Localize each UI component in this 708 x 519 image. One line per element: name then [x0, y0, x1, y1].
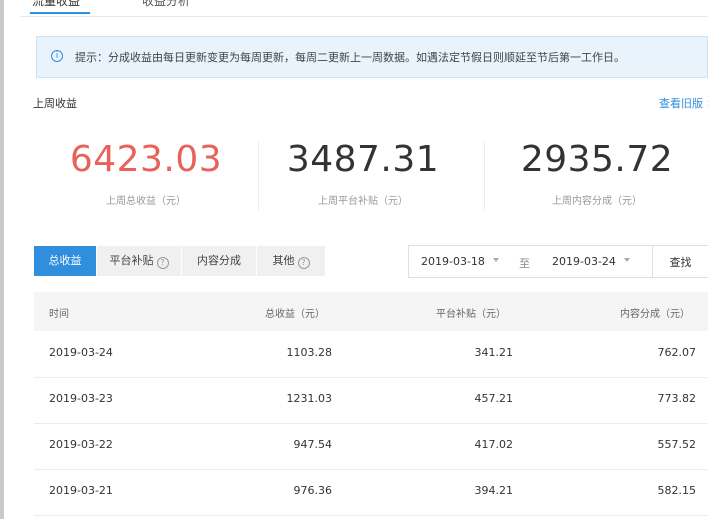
cell-date: 2019-03-21 [49, 484, 113, 497]
stat-subsidy-value: 3487.31 [286, 139, 440, 180]
filter-tab-label: 总收益 [48, 254, 82, 267]
column-header-content: 内容分成（元） [620, 309, 690, 320]
filter-tab-label: 内容分成 [197, 254, 241, 267]
stat-subsidy-label: 上周平台补贴（元） [318, 196, 408, 207]
tab-revenue-analysis[interactable]: 收益分析 [142, 0, 190, 9]
cell-content: 762.07 [657, 346, 697, 359]
start-date-select[interactable]: 2019-03-18 [421, 255, 485, 268]
end-date-select[interactable]: 2019-03-24 [552, 255, 616, 268]
stat-content-label: 上周内容分成（元） [552, 196, 642, 207]
cell-subsidy: 341.21 [474, 346, 514, 359]
filter-tab-total[interactable]: 总收益 [34, 246, 96, 276]
column-header-subsidy: 平台补贴（元） [436, 309, 506, 320]
cell-total: 1103.28 [286, 346, 333, 359]
table-row: 2019-03-21 976.36 394.21 582.15 [34, 469, 708, 516]
filter-tab-content[interactable]: 内容分成 [182, 246, 256, 276]
notice-text: 提示：分成收益由每日更新变更为每周更新，每周二更新上一周数据。如遇法定节假日则顺… [75, 51, 625, 64]
filter-tab-subsidy[interactable]: 平台补贴? [97, 246, 181, 276]
chevron-down-icon [493, 258, 499, 262]
active-tab-indicator [30, 12, 90, 14]
cell-total: 976.36 [293, 484, 333, 497]
stat-total: 6423.03 上周总收益（元） [36, 138, 256, 207]
stat-platform-subsidy: 3487.31 上周平台补贴（元） [253, 138, 473, 207]
filter-tab-label: 其他 [272, 254, 295, 267]
table-header: 时间 总收益（元） 平台补贴（元） 内容分成（元） [34, 292, 708, 331]
cell-subsidy: 394.21 [474, 484, 514, 497]
section-title: 上周收益 [33, 97, 77, 110]
question-icon[interactable]: ? [156, 257, 169, 269]
table-row: 2019-03-23 1231.03 457.21 773.82 [34, 377, 708, 424]
table-row: 2019-03-22 947.54 417.02 557.52 [34, 423, 708, 470]
cell-content: 773.82 [657, 392, 697, 405]
stat-total-label: 上周总收益（元） [106, 196, 186, 207]
date-separator: 至 [519, 257, 530, 270]
filter-tab-label: 平台补贴 [109, 254, 154, 267]
cell-subsidy: 417.02 [474, 438, 514, 451]
stat-content-value: 2935.72 [520, 139, 674, 180]
cell-total: 947.54 [293, 438, 333, 451]
cell-date: 2019-03-24 [49, 346, 113, 359]
cell-total: 1231.03 [286, 392, 333, 405]
chevron-down-icon [624, 258, 630, 262]
column-header-total: 总收益（元） [265, 309, 325, 320]
view-old-version-link[interactable]: 查看旧版 > [659, 95, 708, 111]
notice-banner: i 提示：分成收益由每日更新变更为每周更新，每周二更新上一周数据。如遇法定节假日… [36, 36, 708, 78]
stat-content-share: 2935.72 上周内容分成（元） [487, 138, 707, 207]
cell-date: 2019-03-22 [49, 438, 113, 451]
filter-tab-other[interactable]: 其他? [257, 246, 325, 276]
tab-traffic-revenue[interactable]: 流量收益 [32, 0, 80, 9]
cell-content: 582.15 [657, 484, 697, 497]
table-row: 2019-03-24 1103.28 341.21 762.07 [34, 331, 708, 378]
column-header-time: 时间 [49, 309, 69, 320]
search-button[interactable]: 查找 [652, 245, 708, 278]
cell-subsidy: 457.21 [474, 392, 514, 405]
question-icon[interactable]: ? [297, 257, 310, 269]
stat-total-value: 6423.03 [69, 139, 223, 180]
stat-divider [484, 142, 485, 210]
cell-date: 2019-03-23 [49, 392, 113, 405]
info-icon: i [51, 50, 63, 62]
left-edge [0, 0, 4, 519]
tabs-divider [20, 16, 708, 17]
cell-content: 557.52 [657, 438, 697, 451]
